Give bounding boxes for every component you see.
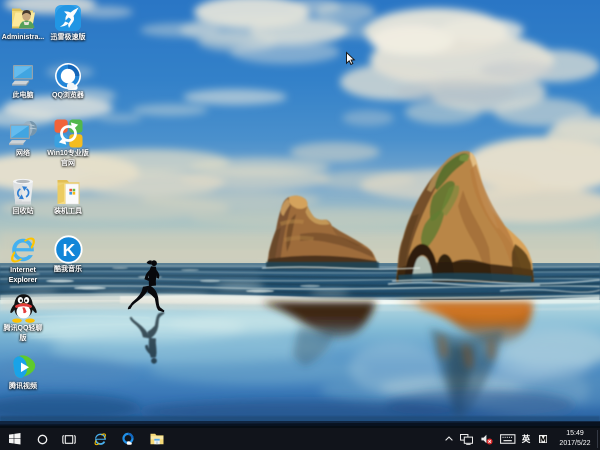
- svg-text:K: K: [62, 240, 75, 260]
